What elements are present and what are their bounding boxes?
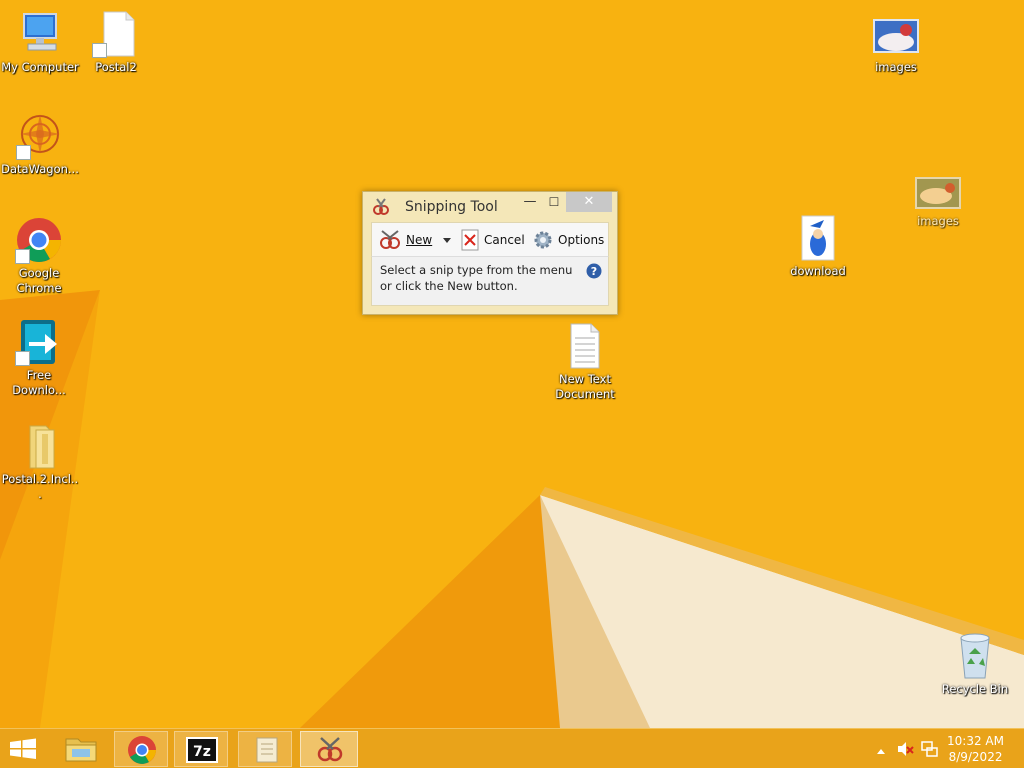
new-dropdown-button[interactable]: [442, 227, 452, 253]
desktop-icon-label: Recycle Bin: [941, 682, 1009, 696]
new-snip-button[interactable]: New: [378, 227, 432, 253]
postal2-icon[interactable]: Postal2: [76, 10, 156, 75]
message-area: Select a snip type from the menu or clic…: [371, 256, 609, 306]
desktop-icon-label: Google Chrome: [16, 266, 62, 295]
images-icon-2[interactable]: images: [898, 176, 978, 229]
shortcut-arrow-icon: [15, 249, 30, 264]
text-file-icon: [570, 323, 600, 369]
desktop-icon-label: download: [790, 264, 846, 278]
system-clock[interactable]: 10:32 AM 8/9/2022: [947, 733, 1004, 765]
cancel-label: Cancel: [484, 233, 525, 247]
minimize-button[interactable]: —: [517, 192, 543, 212]
scissors-icon: [317, 737, 343, 762]
new-label: New: [406, 233, 433, 247]
desktop-icon-label: New Text Document: [555, 372, 615, 401]
image-thumbnail-icon: [915, 177, 961, 209]
help-icon[interactable]: ?: [586, 263, 602, 283]
clock-time: 10:32 AM: [947, 734, 1004, 748]
windows-logo-icon: [10, 738, 36, 759]
images-icon[interactable]: images: [856, 18, 936, 75]
taskbar-7zip[interactable]: 7z: [174, 731, 228, 767]
download-icon[interactable]: download: [778, 214, 858, 279]
shortcut-arrow-icon: [15, 351, 30, 366]
volume-muted-icon[interactable]: [896, 741, 914, 761]
maximize-button[interactable]: ☐: [541, 192, 567, 212]
folder-icon: [65, 738, 97, 762]
svg-text:?: ?: [591, 265, 597, 278]
wallpaper: [0, 290, 1024, 728]
postal2-folder-icon[interactable]: Postal.2.Incl...: [0, 422, 80, 502]
folder-icon: [29, 425, 55, 469]
recycle-bin-icon[interactable]: Recycle Bin: [935, 632, 1015, 697]
snipping-tool-window[interactable]: Snipping Tool — ☐ ✕ New Cancel Options S…: [362, 191, 618, 315]
scroll-icon: [256, 737, 278, 763]
datawagon-icon[interactable]: DataWagon...: [0, 112, 80, 177]
desktop-icon-label: Postal.2.Incl...: [1, 472, 79, 501]
desktop-icon-label: My Computer: [1, 60, 79, 74]
desktop-icon-label: Postal2: [95, 60, 137, 74]
message-line-1: Select a snip type from the menu: [380, 263, 573, 277]
recycle-bin-icon: [960, 633, 990, 679]
title-bar[interactable]: Snipping Tool — ☐ ✕: [363, 192, 617, 222]
network-icon[interactable]: [920, 740, 938, 762]
desktop-icon-label: Free Downlo...: [12, 368, 66, 397]
my-computer-icon[interactable]: My Computer: [0, 10, 80, 75]
snipping-tool-icon: [371, 197, 391, 221]
gear-icon: [534, 231, 552, 249]
scissors-icon: [380, 230, 400, 249]
start-button[interactable]: [0, 731, 46, 767]
window-title: Snipping Tool: [405, 199, 498, 215]
snipping-toolbar: New Cancel Options: [371, 222, 609, 256]
desktop: My Computer Postal2 DataWagon... Google …: [0, 0, 1024, 728]
taskbar-notepad[interactable]: [238, 731, 292, 767]
cancel-button[interactable]: Cancel: [460, 227, 525, 253]
desktop-icon-label: DataWagon...: [1, 162, 79, 176]
chrome-icon: [128, 736, 156, 764]
taskbar-google-chrome[interactable]: [114, 731, 168, 767]
clock-date: 8/9/2022: [948, 750, 1003, 764]
shortcut-arrow-icon: [92, 43, 107, 58]
cancel-icon: [461, 229, 479, 251]
options-button[interactable]: Options: [532, 227, 604, 253]
svg-text:7z: 7z: [193, 744, 211, 760]
chevron-down-icon: [443, 238, 451, 243]
image-thumbnail-icon: [873, 19, 919, 53]
new-text-document-icon[interactable]: New Text Document: [545, 322, 625, 402]
show-hidden-icons-icon[interactable]: [876, 742, 886, 761]
7zip-icon: 7z: [186, 737, 218, 763]
shortcut-arrow-icon: [16, 145, 31, 160]
image-file-icon: [801, 215, 835, 261]
computer-icon: [23, 13, 57, 51]
free-download-manager-icon[interactable]: Free Downlo...: [0, 318, 78, 398]
taskbar-file-explorer[interactable]: [54, 731, 108, 767]
google-chrome-icon[interactable]: Google Chrome: [0, 216, 78, 296]
options-label: Options: [558, 233, 605, 247]
close-button[interactable]: ✕: [566, 192, 612, 212]
message-line-2: or click the New button.: [380, 279, 518, 293]
taskbar: 7z 10:32 AM 8/9/2022: [0, 728, 1024, 768]
taskbar-snipping-tool[interactable]: [300, 731, 358, 767]
